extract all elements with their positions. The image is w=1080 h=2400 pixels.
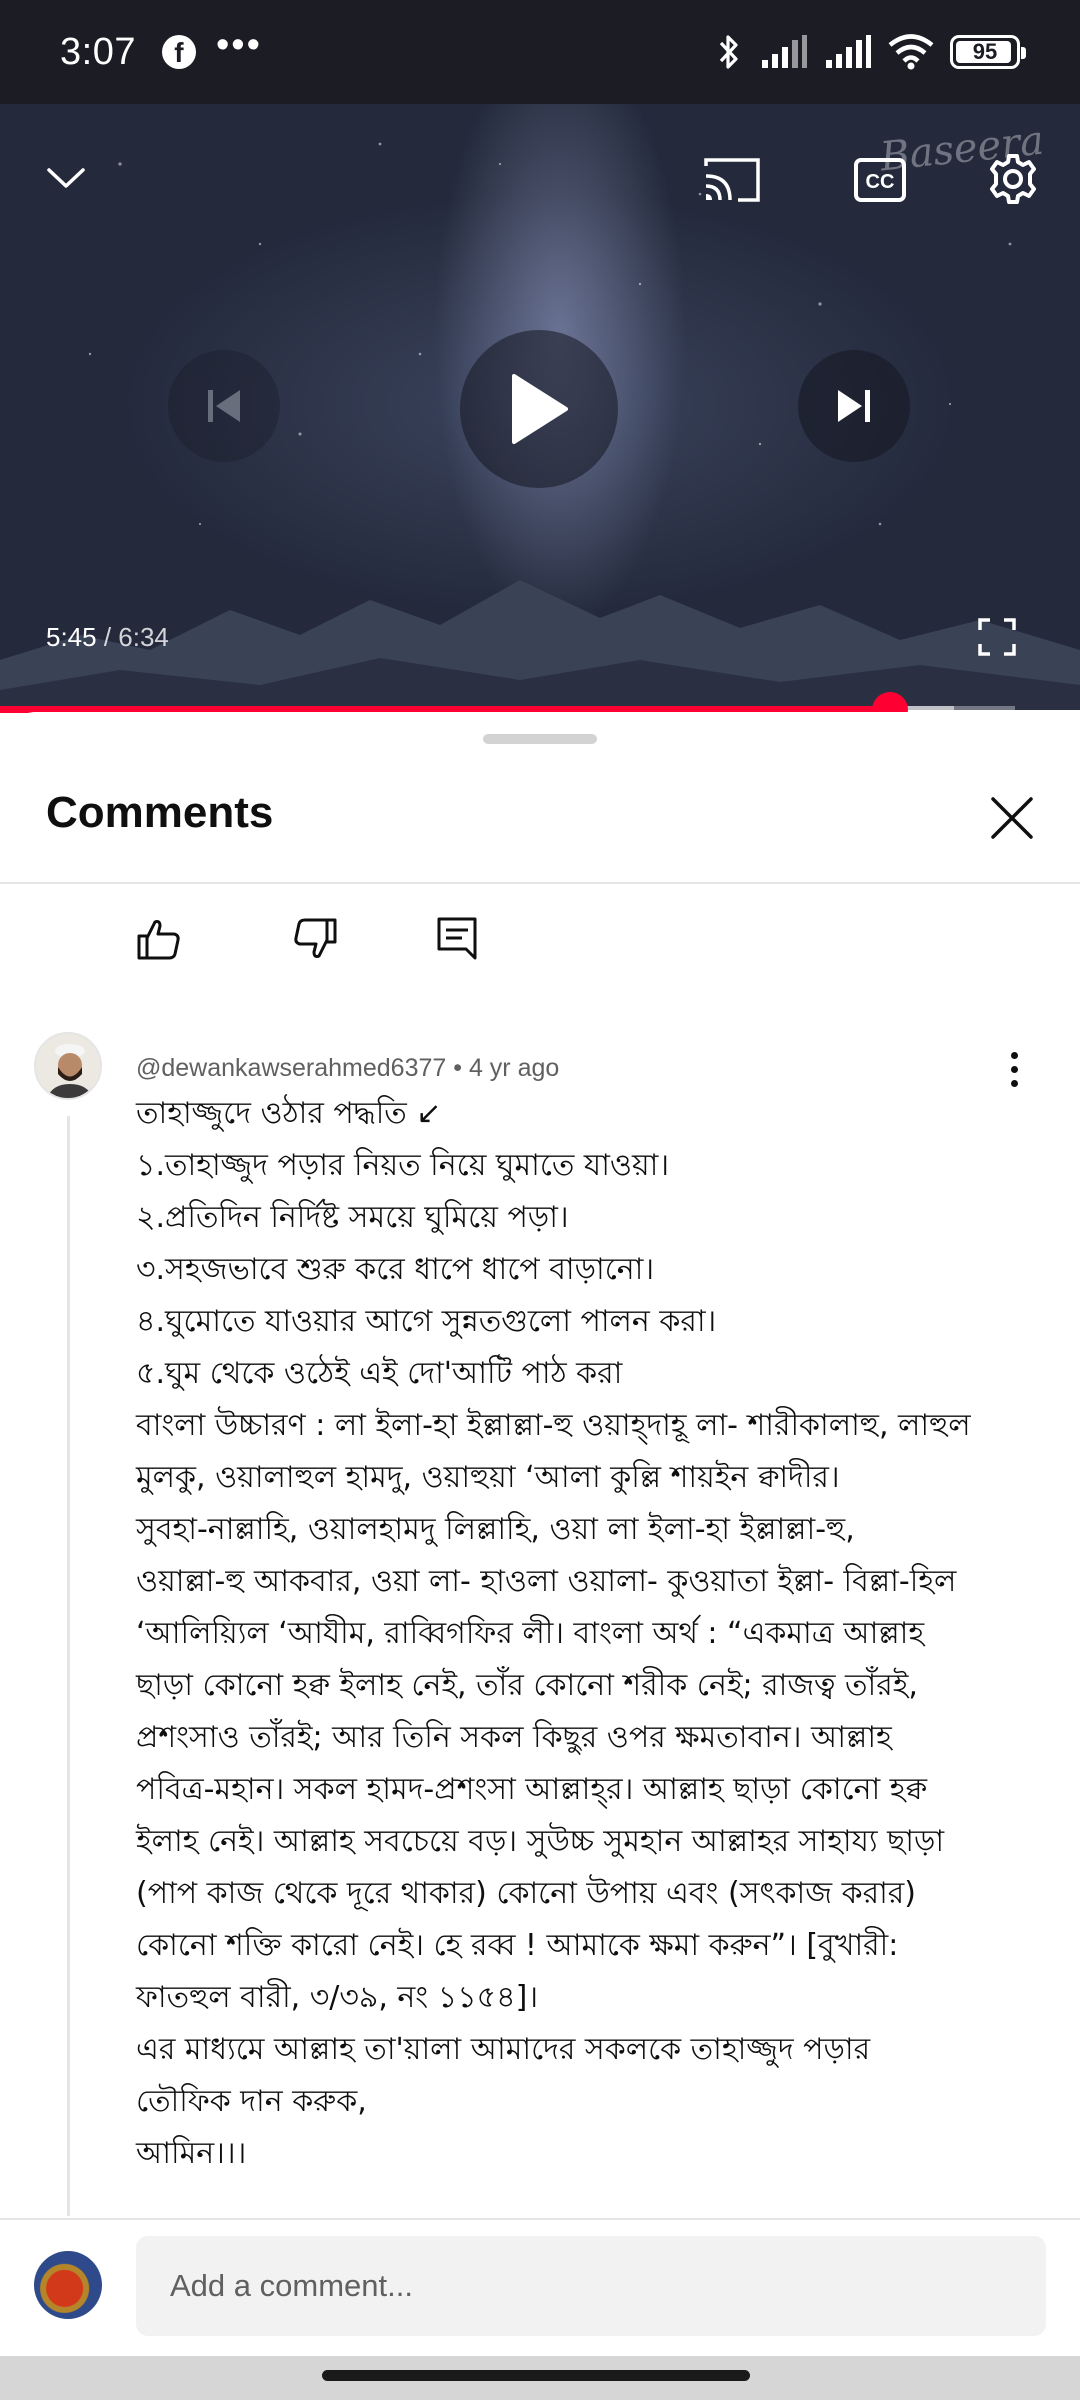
comment-text-line: ফাতহুল বারী, ৩/৩৯, নং ১১৫৪]। [136, 1980, 539, 2015]
comment-text-line: এর মাধ্যমে আল্লাহ তা'য়ালা আমাদের সকলকে … [136, 2032, 871, 2067]
comment-actions-bar [0, 904, 1080, 984]
signal-strength-icon [762, 35, 807, 68]
header-divider [0, 882, 1080, 884]
fullscreen-icon [978, 618, 1016, 656]
comment-text-line: ৩.সহজভাবে শুরু করে ধাপে ধাপে বাড়ানো। [136, 1252, 655, 1287]
comment-text-line: ছাড়া কোনো হক্ব ইলাহ নেই, তাঁর কোনো শরীক… [136, 1668, 918, 1703]
bluetooth-icon [719, 35, 738, 69]
comment-text-line: সুবহা-নাল্লাহি, ওয়ালহামদু লিল্লাহি, ওয়… [136, 1512, 855, 1547]
facebook-icon: f [161, 35, 196, 69]
captions-label: CC [866, 171, 895, 193]
comment-text-line: ওয়াল্লা-হু আকবার, ওয়া লা- হাওলা ওয়ালা… [136, 1564, 957, 1599]
sheet-drag-handle[interactable] [483, 734, 597, 744]
comment-text-line: ইলাহ নেই। আল্লাহ সবচেয়ে বড়। সুউচ্চ সুম… [136, 1824, 945, 1859]
like-button[interactable] [124, 904, 194, 974]
collapse-button[interactable] [36, 148, 96, 208]
comment-meta: @dewankawserahmed6377 • 4 yr ago [136, 1054, 559, 1083]
status-bar: 3:07 f ••• 95 [0, 0, 1080, 104]
chevron-down-icon [47, 168, 85, 188]
comment-author[interactable]: @dewankawserahmed6377 [136, 1054, 446, 1082]
comment-text-line: ২.প্রতিদিন নির্দিষ্ট সময়ে ঘুমিয়ে পড়া। [136, 1200, 569, 1235]
battery-icon: 95 [950, 35, 1026, 69]
gesture-nav-bar [0, 2356, 1080, 2400]
duration: 6:34 [118, 622, 169, 652]
comment-text-line: ৪.ঘুমোতে যাওয়ার আগে সুন্নতগুলো পালন করা… [136, 1304, 717, 1339]
comment-text-line: মুলকু, ওয়ালাহুল হামদু, ওয়াহুয়া ‘আলা ক… [136, 1460, 840, 1495]
captions-button[interactable]: CC [848, 148, 912, 212]
gear-icon [990, 154, 1036, 204]
cast-button[interactable] [694, 148, 770, 212]
user-avatar [34, 2251, 102, 2319]
home-gesture-handle[interactable] [322, 2370, 750, 2381]
previous-button [168, 350, 280, 462]
current-time: 5:45 [46, 622, 97, 652]
comment-text-line: বাংলা উচ্চারণ : লা ইলা-হা ইল্লাল্লা-হু ও… [136, 1408, 971, 1443]
avatar-image [36, 1034, 100, 1098]
reply-button[interactable] [422, 904, 492, 974]
comment-text-line: তৌফিক দান করুক, [136, 2084, 367, 2119]
like-icon [137, 920, 180, 960]
meta-separator: • [453, 1054, 469, 1082]
comment-body: তাহাজ্জুদে ওঠার পদ্ধতি ↙ ১.তাহাজ্জুদ পড়া… [136, 1088, 1036, 2180]
comment-text-line: আমিন।।। [136, 2136, 247, 2171]
comment-text-line: ৫.ঘুম থেকে ওঠেই এই দো'আটি পাঠ করা [136, 1356, 623, 1391]
play-icon [512, 374, 568, 444]
add-comment-input[interactable]: Add a comment... [136, 2236, 1046, 2336]
close-button[interactable] [982, 788, 1042, 848]
more-notifications-icon: ••• [215, 24, 262, 66]
battery-percent: 95 [972, 39, 998, 64]
comment-input-placeholder: Add a comment... [170, 2268, 413, 2303]
captions-icon: CC [854, 158, 906, 202]
comment-text-line: তাহাজ্জুদে ওঠার পদ্ধতি ↙ [136, 1096, 442, 1131]
comment-text-line: ‘আলিয়্যিল ‘আযীম, রাব্বিগফির লী। বাংলা অ… [136, 1616, 925, 1651]
comment-text-line: পবিত্র-মহান। সকল হামদ-প্রশংসা আল্লাহ্‌র।… [136, 1772, 928, 1807]
comment-text-line: প্রশংসাও তাঁরই; আর তিনি সকল কিছুর ওপর ক্… [136, 1720, 892, 1755]
sheet-title: Comments [46, 788, 274, 837]
wifi-icon [888, 34, 934, 70]
comments-sheet: Comments @dewankawserahmed6377 • 4 yr ag… [0, 712, 1080, 2400]
signal-strength-2-icon [826, 35, 871, 68]
time-separator: / [96, 622, 119, 652]
next-button[interactable] [798, 350, 910, 462]
close-icon [991, 797, 1033, 839]
settings-button[interactable] [980, 146, 1046, 212]
dislike-button[interactable] [280, 904, 350, 974]
dislike-icon [294, 918, 337, 958]
play-button[interactable] [460, 330, 618, 488]
video-player[interactable]: Baseera CC 5:45 / 6:34 [0, 104, 1080, 710]
fullscreen-button[interactable] [972, 612, 1022, 662]
time-readout: 5:45 / 6:34 [46, 622, 169, 653]
status-time: 3:07 [60, 30, 136, 73]
comment-age: 4 yr ago [468, 1054, 560, 1082]
reply-icon [437, 917, 477, 960]
comment-text-line: ১.তাহাজ্জুদ পড়ার নিয়ত নিয়ে ঘুমাতে যাও… [136, 1148, 670, 1183]
author-avatar[interactable] [34, 1032, 102, 1100]
previous-icon [208, 390, 240, 422]
composer-divider [0, 2218, 1080, 2220]
thread-line [67, 1116, 70, 2216]
comment-text-line: (পাপ কাজ থেকে দূরে থাকার) কোনো উপায় এবং… [136, 1876, 917, 1911]
cast-icon [704, 158, 760, 202]
more-options-icon[interactable] [996, 1044, 1032, 1094]
next-icon [838, 390, 870, 422]
comment-text-line: কোনো শক্তি কারো নেই। হে রব্ব ! আমাকে ক্ষ… [136, 1928, 899, 1963]
